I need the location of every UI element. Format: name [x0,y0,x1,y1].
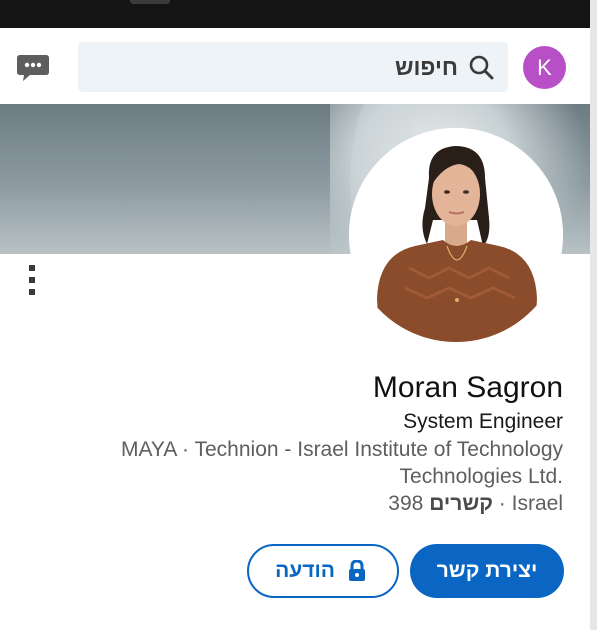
status-bar [0,0,590,28]
lock-icon [347,559,367,582]
more-dot [29,289,35,295]
user-avatar[interactable]: K [523,46,566,89]
more-dot [29,265,35,271]
search-icon [468,54,494,80]
profile-meta: קשרים 398 · Israel [388,490,563,518]
message-button-label: הודעה [275,559,335,582]
profile-location: Israel [511,492,563,515]
profile-headline: System Engineer [403,410,563,433]
search-bar[interactable]: חיפוש [78,42,508,92]
profile-company-line2: Technologies Ltd. [399,465,563,488]
connect-button[interactable]: יצירת קשר [410,544,564,598]
connections-label[interactable]: קשרים [429,492,493,515]
more-dot [29,277,35,283]
profile-company-line: MAYA · Technion - Israel Institute of Te… [120,438,563,461]
message-button[interactable]: הודעה [247,544,399,598]
profile-name: Moran Sagron [372,371,563,404]
meta-separator: · [492,492,512,515]
status-bar-handle [130,0,170,4]
search-placeholder: חיפוש [394,54,458,80]
profile-photo[interactable] [349,128,563,342]
more-options-icon[interactable] [24,265,40,305]
message-bubble-icon[interactable] [16,53,50,83]
scroll-edge [590,0,597,630]
connections-count[interactable]: 398 [388,492,423,515]
